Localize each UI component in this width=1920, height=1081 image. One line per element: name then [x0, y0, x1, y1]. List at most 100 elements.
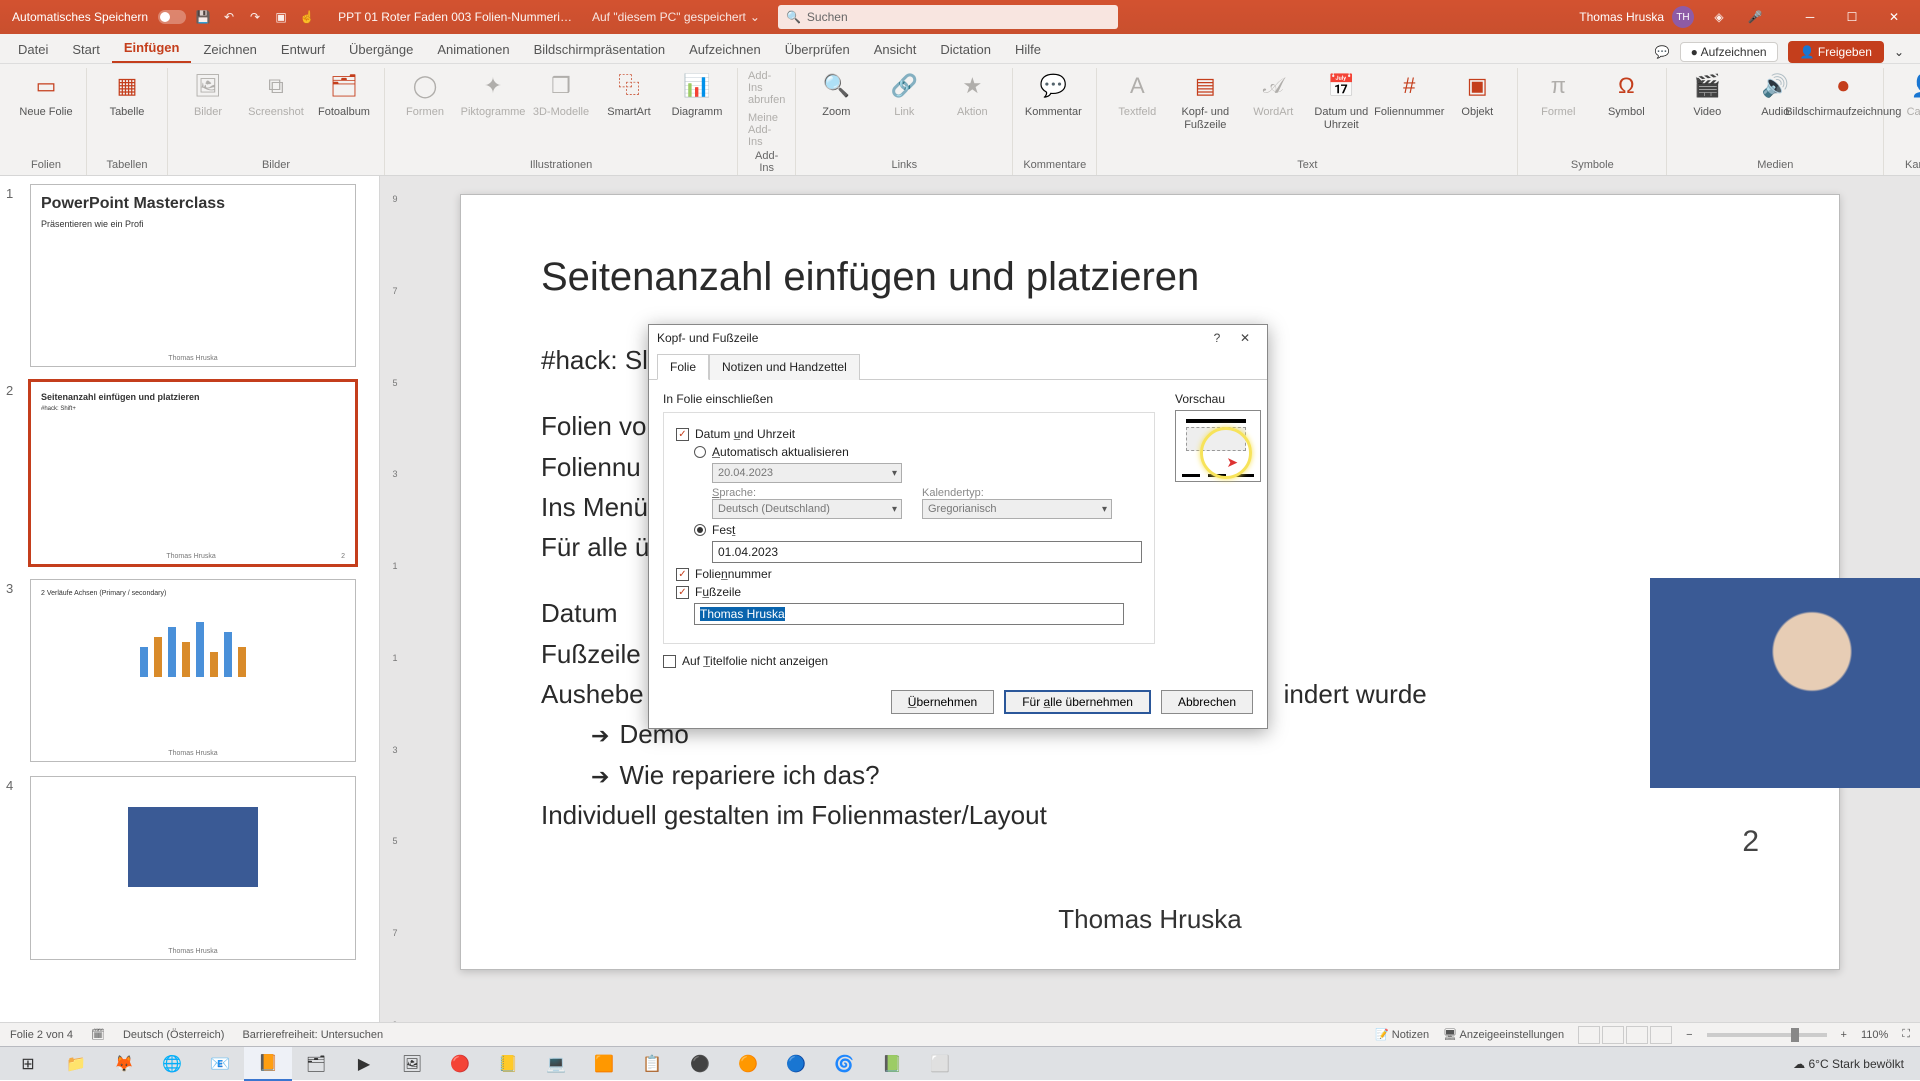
album-button[interactable]: 🗂Fotoalbum — [314, 70, 374, 119]
chevron-down-icon[interactable]: ⌄ — [750, 10, 760, 24]
display-settings-button[interactable]: 🖥 Anzeigeeinstellungen — [1443, 1028, 1564, 1041]
object-button[interactable]: ▣Objekt — [1447, 70, 1507, 119]
notes-button[interactable]: 📝 Notizen — [1375, 1028, 1429, 1041]
close-button[interactable]: ✕ — [1874, 3, 1914, 31]
search-input[interactable]: 🔍 Suchen — [778, 5, 1118, 29]
slidenum-button[interactable]: #Foliennummer — [1379, 70, 1439, 119]
chrome-icon[interactable]: 🌐 — [148, 1047, 196, 1081]
checkbox-datetime[interactable]: ✓ — [676, 428, 689, 441]
reading-view-button[interactable] — [1626, 1026, 1648, 1044]
dialog-tab-notes[interactable]: Notizen und Handzettel — [709, 354, 860, 380]
icons-button[interactable]: ✦Piktogramme — [463, 70, 523, 119]
zoom-out-button[interactable]: − — [1686, 1029, 1692, 1041]
app-icon[interactable]: 🗂 — [292, 1047, 340, 1081]
tab-dictation[interactable]: Dictation — [928, 36, 1003, 63]
tab-review[interactable]: Überprüfen — [773, 36, 862, 63]
accessibility-status[interactable]: Barrierefreiheit: Untersuchen — [242, 1029, 383, 1041]
tab-slideshow[interactable]: Bildschirmpräsentation — [522, 36, 678, 63]
shapes-button[interactable]: ◯Formen — [395, 70, 455, 119]
app-icon[interactable]: 📋 — [628, 1047, 676, 1081]
autosave-toggle[interactable]: Automatisches Speichern — [6, 10, 192, 24]
equation-button[interactable]: πFormel — [1528, 70, 1588, 119]
zoom-button[interactable]: 🔍Zoom — [806, 70, 866, 119]
filename[interactable]: PPT 01 Roter Faden 003 Folien-Nummeri… — [338, 10, 572, 24]
redo-icon[interactable]: ↷ — [244, 6, 266, 28]
new-slide-button[interactable]: ▭Neue Folie — [16, 70, 76, 119]
checkbox-hide-title[interactable] — [663, 655, 676, 668]
firefox-icon[interactable]: 🦊 — [100, 1047, 148, 1081]
touch-icon[interactable]: ☝ — [296, 6, 318, 28]
tab-animations[interactable]: Animationen — [425, 36, 521, 63]
fit-slide-button[interactable]: ⛶ — [1902, 1028, 1910, 1041]
get-addins-button[interactable]: Add-Ins abrufen — [748, 70, 785, 106]
video-button[interactable]: 🎬Video — [1677, 70, 1737, 119]
screenrec-button[interactable]: ⏺Bildschirmaufzeichnung — [1813, 70, 1873, 119]
zoom-icon[interactable]: 🔵 — [772, 1047, 820, 1081]
zoom-in-button[interactable]: + — [1841, 1029, 1847, 1041]
zoom-level[interactable]: 110% — [1861, 1029, 1888, 1041]
apply-all-button[interactable]: Für alle übernehmen — [1004, 690, 1151, 714]
checkbox-footer[interactable]: ✓ — [676, 586, 689, 599]
slideshow-view-button[interactable] — [1650, 1026, 1672, 1044]
pictures-button[interactable]: 🖼Bilder — [178, 70, 238, 119]
screenshot-button[interactable]: ⧉Screenshot — [246, 70, 306, 119]
radio-auto[interactable] — [694, 446, 706, 458]
slide-thumb-4[interactable]: Thomas Hruska — [30, 776, 356, 959]
onenote-icon[interactable]: 📒 — [484, 1047, 532, 1081]
record-button[interactable]: ● Aufzeichnen — [1680, 42, 1778, 62]
tab-insert[interactable]: Einfügen — [112, 34, 192, 63]
tab-start[interactable]: Start — [60, 36, 111, 63]
action-button[interactable]: ★Aktion — [942, 70, 1002, 119]
tab-file[interactable]: Datei — [6, 36, 60, 63]
language-status[interactable]: Deutsch (Österreich) — [123, 1029, 224, 1041]
normal-view-button[interactable] — [1578, 1026, 1600, 1044]
comment-button[interactable]: 💬Kommentar — [1023, 70, 1083, 119]
minimize-button[interactable]: ─ — [1790, 3, 1830, 31]
undo-icon[interactable]: ↶ — [218, 6, 240, 28]
comments-toggle-icon[interactable]: 💬 — [1655, 45, 1670, 59]
zoom-slider[interactable] — [1707, 1033, 1827, 1037]
app-icon[interactable]: 🟠 — [724, 1047, 772, 1081]
smartart-button[interactable]: ⿻SmartArt — [599, 70, 659, 119]
maximize-button[interactable]: ☐ — [1832, 3, 1872, 31]
textbox-button[interactable]: ATextfeld — [1107, 70, 1167, 119]
excel-icon[interactable]: 📗 — [868, 1047, 916, 1081]
symbol-button[interactable]: ΩSymbol — [1596, 70, 1656, 119]
apply-button[interactable]: Übernehmen — [891, 690, 994, 714]
wordart-button[interactable]: 𝒜WordArt — [1243, 70, 1303, 119]
explorer-icon[interactable]: 📁 — [52, 1047, 100, 1081]
slideshow-icon[interactable]: ▣ — [270, 6, 292, 28]
slide-count[interactable]: Folie 2 von 4 — [10, 1029, 73, 1041]
tab-design[interactable]: Entwurf — [269, 36, 337, 63]
chevron-down-icon[interactable]: ⌄ — [1894, 45, 1904, 59]
vlc-icon[interactable]: ▶ — [340, 1047, 388, 1081]
3dmodels-button[interactable]: ❒3D-Modelle — [531, 70, 591, 119]
share-button[interactable]: 👤 Freigeben — [1788, 41, 1884, 63]
save-icon[interactable]: 💾 — [192, 6, 214, 28]
coming-soon-icon[interactable]: ◈ — [1708, 6, 1730, 28]
tab-help[interactable]: Hilfe — [1003, 36, 1053, 63]
slide-thumb-2[interactable]: Seitenanzahl einfügen und platzieren #ha… — [30, 381, 356, 564]
cameo-button[interactable]: 👤Cameo — [1894, 70, 1920, 119]
dialog-tab-slide[interactable]: Folie — [657, 354, 709, 380]
powerpoint-icon[interactable]: 📙 — [244, 1047, 292, 1081]
table-button[interactable]: ▦Tabelle — [97, 70, 157, 119]
start-button[interactable]: ⊞ — [4, 1047, 52, 1081]
slide-thumb-1[interactable]: PowerPoint Masterclass Präsentieren wie … — [30, 184, 356, 367]
fixed-date-input[interactable]: 01.04.2023 — [712, 541, 1142, 563]
mic-icon[interactable]: 🎤 — [1744, 6, 1766, 28]
footer-input[interactable]: Thomas Hruska — [694, 603, 1124, 625]
user-account[interactable]: Thomas Hruska TH — [1579, 6, 1694, 28]
help-button[interactable]: ? — [1203, 331, 1231, 345]
weather-widget[interactable]: ☁ 6°C Stark bewölkt — [1793, 1057, 1904, 1071]
tab-draw[interactable]: Zeichnen — [191, 36, 268, 63]
app-icon[interactable]: 🔴 — [436, 1047, 484, 1081]
close-button[interactable]: ✕ — [1231, 331, 1259, 345]
app-icon[interactable]: ⬜ — [916, 1047, 964, 1081]
tab-transitions[interactable]: Übergänge — [337, 36, 425, 63]
edge-icon[interactable]: 🌀 — [820, 1047, 868, 1081]
obs-icon[interactable]: ⚫ — [676, 1047, 724, 1081]
tab-view[interactable]: Ansicht — [862, 36, 929, 63]
sorter-view-button[interactable] — [1602, 1026, 1624, 1044]
chart-button[interactable]: 📊Diagramm — [667, 70, 727, 119]
